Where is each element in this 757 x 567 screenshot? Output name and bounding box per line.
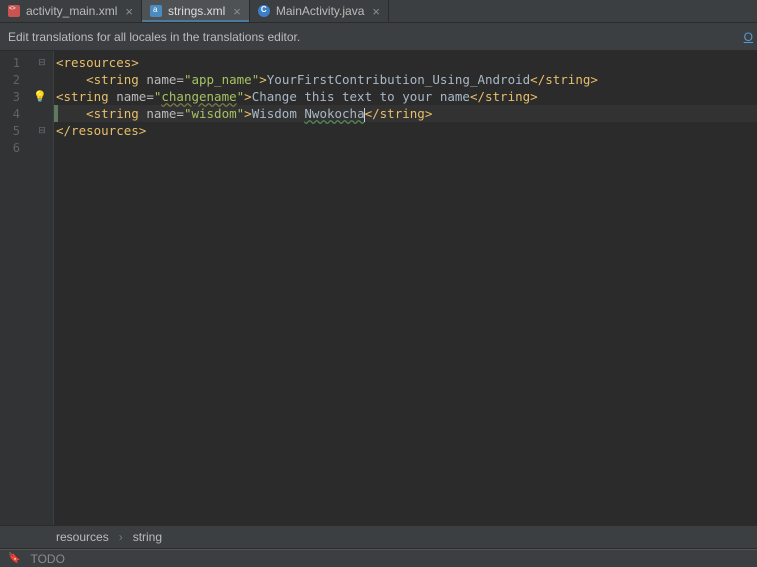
breadcrumb: resources › string (0, 525, 757, 549)
tab-label: activity_main.xml (26, 4, 117, 18)
status-todo[interactable]: TODO (30, 552, 64, 566)
chevron-right-icon: › (119, 530, 123, 544)
tab-main-activity[interactable]: MainActivity.java × (250, 0, 389, 22)
fold-toggle-icon[interactable]: ⊟ (37, 58, 47, 68)
bookmark-icon[interactable]: 🔖 (8, 553, 20, 564)
tab-activity-main[interactable]: activity_main.xml × (0, 0, 142, 22)
line-number: 2 (6, 73, 20, 87)
code-line[interactable]: <string name="app_name">YourFirstContrib… (54, 71, 757, 88)
line-number: 6 (6, 141, 20, 155)
editor-tab-bar: activity_main.xml × strings.xml × MainAc… (0, 0, 757, 23)
tab-strings-xml[interactable]: strings.xml × (142, 0, 250, 22)
code-line[interactable]: <string name="changename">Change this te… (54, 88, 757, 105)
hint-text: Edit translations for all locales in the… (8, 30, 300, 44)
translations-hint-bar: Edit translations for all locales in the… (0, 23, 757, 51)
code-line[interactable]: </resources> (54, 122, 757, 139)
code-area[interactable]: <resources> <string name="app_name">Your… (54, 51, 757, 525)
code-editor[interactable]: 1 ⊟ 2 3 💡 4 5 ⊟ 6 <resources> <string na… (0, 51, 757, 525)
breadcrumb-item[interactable]: string (133, 530, 162, 544)
line-number: 4 (6, 107, 20, 121)
xml-file-icon (8, 5, 20, 17)
fold-toggle-icon (37, 75, 47, 85)
fold-toggle-icon (37, 143, 47, 153)
tab-label: strings.xml (168, 4, 225, 18)
fold-toggle-icon (37, 109, 47, 119)
modified-line-marker (54, 105, 58, 122)
status-bar: 🔖 TODO (0, 549, 757, 567)
code-line-current[interactable]: <string name="wisdom">Wisdom Nwokocha</s… (54, 105, 757, 122)
code-line-empty[interactable] (54, 139, 757, 156)
strings-file-icon (150, 5, 162, 17)
line-number: 3 (6, 90, 20, 104)
lightbulb-icon[interactable]: 💡 (33, 90, 47, 103)
line-number: 1 (6, 56, 20, 70)
breadcrumb-item[interactable]: resources (56, 530, 109, 544)
fold-toggle-icon[interactable]: ⊟ (37, 126, 47, 136)
close-icon[interactable]: × (125, 4, 133, 19)
close-icon[interactable]: × (233, 4, 241, 19)
line-number: 5 (6, 124, 20, 138)
tab-label: MainActivity.java (276, 4, 364, 18)
java-class-icon (258, 5, 270, 17)
code-line[interactable]: <resources> (54, 54, 757, 71)
gutter: 1 ⊟ 2 3 💡 4 5 ⊟ 6 (0, 51, 54, 525)
hint-action-link[interactable]: O (744, 30, 753, 44)
close-icon[interactable]: × (372, 4, 380, 19)
